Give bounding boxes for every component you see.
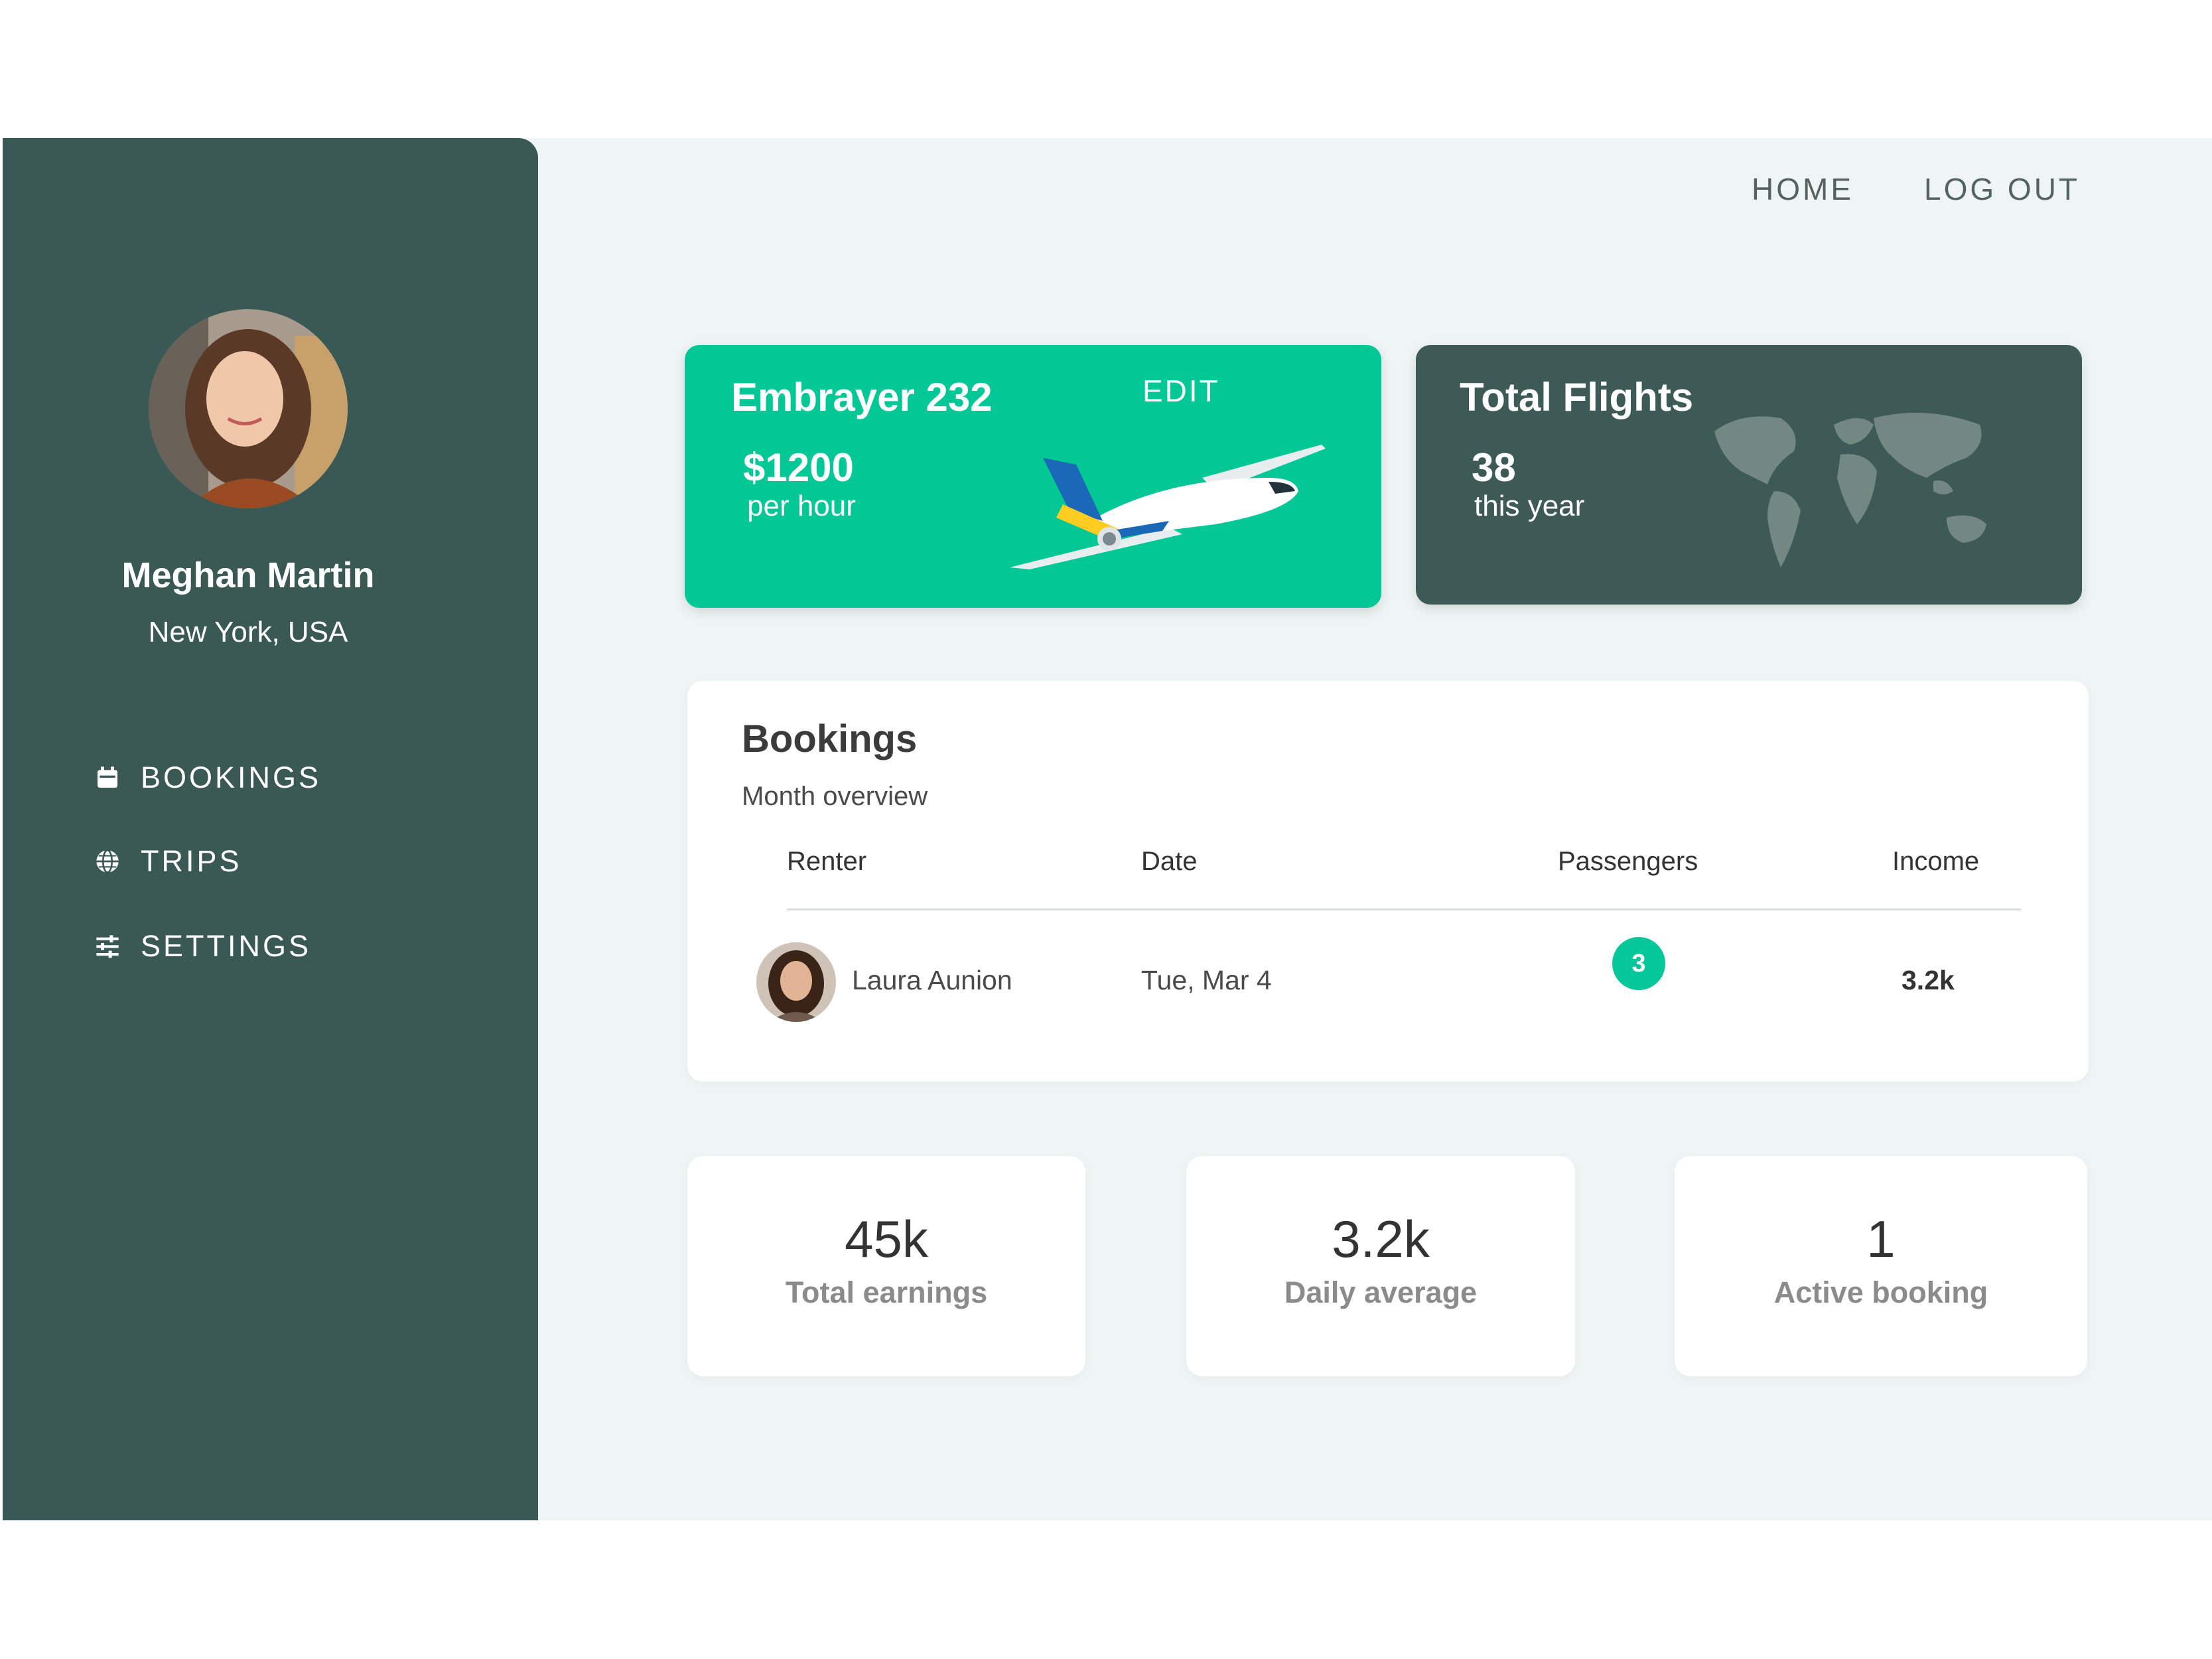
passengers-badge: 3 (1612, 937, 1665, 990)
sidebar-item-label: SETTINGS (141, 929, 312, 963)
globe-icon (94, 848, 121, 875)
profile-avatar[interactable] (149, 309, 348, 508)
logout-link[interactable]: LOG OUT (1924, 171, 2080, 211)
stat-value: 1 (1866, 1210, 1896, 1268)
column-header-income: Income (1892, 847, 1980, 876)
column-header-renter: Renter (787, 847, 867, 876)
booking-income: 3.2k (1901, 965, 1955, 995)
table-divider (787, 908, 2021, 910)
total-flights-count: 38 (1472, 445, 1516, 490)
total-flights-period: this year (1474, 490, 1585, 522)
airplane-icon (1010, 445, 1326, 569)
sidebar-item-settings[interactable]: SETTINGS (94, 926, 311, 966)
total-flights-card: Total Flights 38 this year (1416, 345, 2082, 605)
sidebar-item-bookings[interactable]: BOOKINGS (94, 758, 321, 798)
stat-total-earnings: 45k Total earnings (687, 1156, 1085, 1376)
booking-date: Tue, Mar 4 (1141, 965, 1272, 995)
aircraft-price-unit: per hour (747, 490, 856, 522)
column-header-passengers: Passengers (1558, 847, 1698, 876)
stat-label: Daily average (1284, 1275, 1478, 1309)
renter-avatar (756, 942, 836, 1022)
stat-label: Total earnings (785, 1275, 988, 1309)
bookings-subtitle: Month overview (742, 782, 928, 811)
aircraft-card: Embrayer 232 EDIT $1200 per hour (685, 345, 1381, 608)
stat-daily-average: 3.2k Daily average (1186, 1156, 1575, 1376)
renter-name: Laura Aunion (852, 965, 1012, 995)
bookings-title: Bookings (742, 717, 918, 760)
sidebar-item-label: BOOKINGS (141, 760, 322, 794)
profile-location: New York, USA (148, 616, 348, 648)
stat-active-booking: 1 Active booking (1675, 1156, 2087, 1376)
sidebar-item-trips[interactable]: TRIPS (94, 841, 242, 881)
edit-button[interactable]: EDIT (1142, 373, 1220, 409)
calendar-icon (94, 764, 121, 791)
sidebar: Meghan Martin New York, USA BOOKINGS TRI… (3, 138, 538, 1520)
bookings-panel: Bookings Month overview Renter Date Pass… (687, 681, 2089, 1082)
stat-value: 3.2k (1332, 1210, 1430, 1268)
sliders-icon (94, 933, 121, 960)
sidebar-item-label: TRIPS (141, 844, 242, 878)
profile-name: Meghan Martin (121, 555, 375, 595)
column-header-date: Date (1141, 847, 1198, 876)
home-link[interactable]: HOME (1752, 171, 1854, 211)
total-flights-title: Total Flights (1460, 375, 1694, 419)
aircraft-title: Embrayer 232 (731, 375, 993, 419)
world-map-icon (1714, 413, 1986, 567)
aircraft-price: $1200 (743, 445, 854, 490)
stat-value: 45k (845, 1210, 928, 1268)
stat-label: Active booking (1773, 1275, 1988, 1309)
